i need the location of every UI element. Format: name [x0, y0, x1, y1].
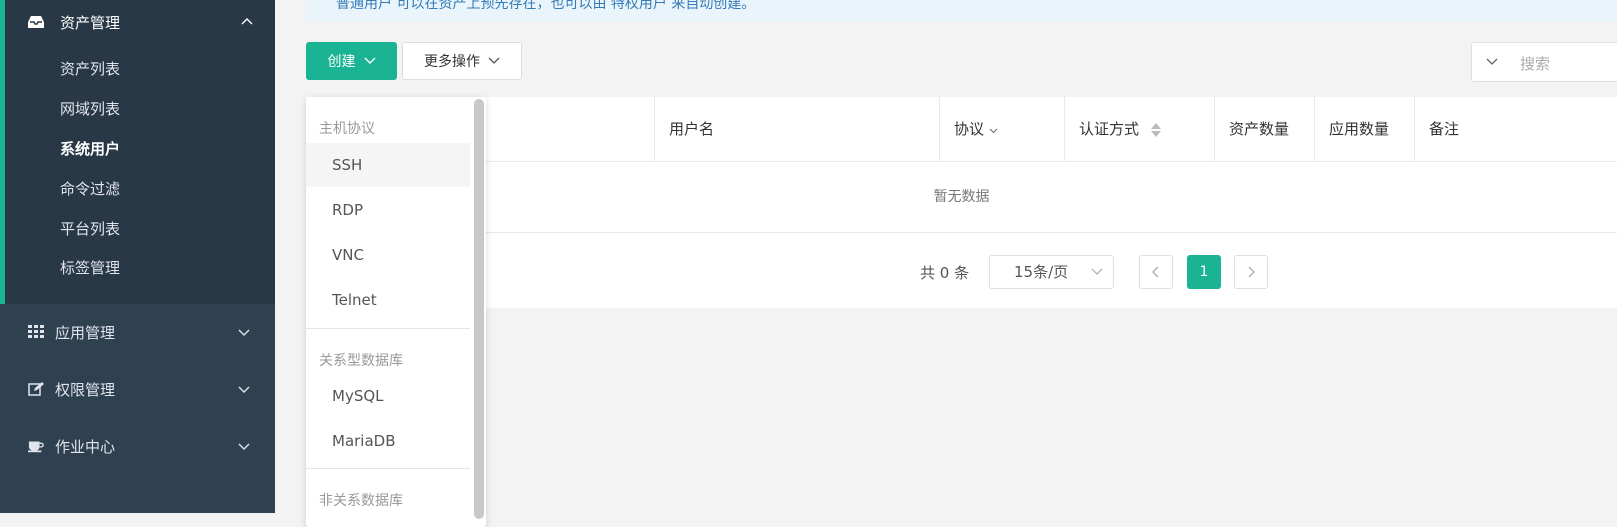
- menu-permission-management-label: 权限管理: [55, 380, 116, 399]
- sidebar: 资产管理 资产列表 网域列表 系统用户 命令过滤 平台列表 标签管理 应用管理 …: [0, 0, 275, 513]
- column-header-username[interactable]: 用户名: [654, 97, 939, 161]
- sort-icon[interactable]: [1150, 121, 1162, 139]
- dropdown-item-ssh[interactable]: SSH: [306, 143, 470, 187]
- menu-application-management[interactable]: 应用管理: [0, 310, 275, 354]
- sidebar-item-command-filter[interactable]: 命令过滤: [60, 177, 120, 201]
- dropdown-item-vnc[interactable]: VNC: [306, 233, 470, 277]
- next-page-button[interactable]: [1234, 255, 1268, 289]
- menu-job-center-label: 作业中心: [55, 437, 116, 456]
- search-placeholder: 搜索: [1520, 55, 1551, 73]
- dropdown-item-rdp[interactable]: RDP: [306, 188, 470, 232]
- dropdown-group-host-protocol: 主机协议: [319, 121, 375, 137]
- dropdown-group-relational-db: 关系型数据库: [319, 353, 403, 369]
- menu-asset-management-label: 资产管理: [60, 13, 121, 32]
- menu-job-center[interactable]: 作业中心: [0, 424, 275, 468]
- create-dropdown-menu: 主机协议 SSH RDP VNC Telnet 关系型数据库 MySQL Mar…: [306, 97, 486, 527]
- asset-submenu: 资产管理 资产列表 网域列表 系统用户 命令过滤 平台列表 标签管理: [0, 0, 275, 304]
- dropdown-item-mariadb[interactable]: MariaDB: [306, 419, 470, 463]
- sidebar-item-domain-list[interactable]: 网域列表: [60, 97, 120, 121]
- chevron-left-icon: [1152, 266, 1159, 278]
- pagination-total: 共 0 条: [920, 264, 970, 282]
- sidebar-item-label-management[interactable]: 标签管理: [60, 256, 120, 280]
- chevron-down-icon: [364, 57, 375, 64]
- filter-chevron-icon[interactable]: [989, 128, 998, 134]
- info-notice: 普通用户 可以在资产上预先存在，也可以由 特权用户 来自动创建。: [306, 0, 1617, 22]
- dropdown-item-mysql[interactable]: MySQL: [306, 374, 470, 418]
- chevron-down-icon: [238, 443, 250, 450]
- sidebar-item-platform-list[interactable]: 平台列表: [60, 217, 120, 241]
- dropdown-scrollbar[interactable]: [474, 99, 484, 519]
- chevron-down-icon: [1091, 268, 1103, 275]
- chevron-down-icon: [238, 386, 250, 393]
- current-page-button[interactable]: 1: [1187, 255, 1221, 289]
- dropdown-group-nonrelational-db: 非关系数据库: [319, 493, 403, 509]
- chevron-right-icon: [1248, 266, 1255, 278]
- page-size-value: 15条/页: [1014, 263, 1069, 281]
- column-header-asset-count[interactable]: 资产数量: [1214, 97, 1314, 161]
- coffee-icon: [28, 438, 44, 454]
- dropdown-divider: [306, 328, 470, 329]
- menu-permission-management[interactable]: 权限管理: [0, 367, 275, 411]
- more-actions-button[interactable]: 更多操作: [402, 42, 522, 80]
- prev-page-button[interactable]: [1139, 255, 1173, 289]
- sidebar-item-asset-list[interactable]: 资产列表: [60, 57, 120, 81]
- column-header-auth-method-label: 认证方式: [1079, 120, 1140, 138]
- more-actions-label: 更多操作: [424, 54, 480, 70]
- empty-state-text: 暂无数据: [306, 162, 1617, 233]
- menu-application-management-label: 应用管理: [55, 323, 116, 342]
- info-notice-text: 普通用户 可以在资产上预先存在，也可以由 特权用户 来自动创建。: [336, 0, 756, 12]
- column-header-protocol[interactable]: 协议: [939, 97, 1064, 161]
- dropdown-divider: [306, 468, 470, 469]
- grid-icon: [28, 324, 44, 340]
- column-header-auth-method[interactable]: 认证方式: [1064, 97, 1214, 161]
- menu-asset-management[interactable]: 资产管理: [5, 0, 280, 44]
- chevron-down-icon: [488, 57, 500, 64]
- dropdown-item-telnet[interactable]: Telnet: [306, 278, 470, 322]
- chevron-down-icon[interactable]: [1486, 58, 1498, 66]
- chevron-down-icon: [238, 329, 250, 336]
- edit-icon: [28, 381, 44, 397]
- table-header: 用户名 协议 认证方式 资产数量 应用数量 备注: [306, 97, 1617, 162]
- column-header-comment[interactable]: 备注: [1414, 97, 1617, 161]
- sidebar-item-system-user[interactable]: 系统用户: [60, 137, 120, 161]
- column-header-app-count[interactable]: 应用数量: [1314, 97, 1414, 161]
- inbox-icon: [28, 14, 44, 30]
- column-header-protocol-label: 协议: [954, 120, 985, 138]
- create-button[interactable]: 创建: [306, 42, 397, 80]
- page-size-select[interactable]: 15条/页: [989, 255, 1114, 289]
- search-input[interactable]: 搜索: [1471, 42, 1617, 82]
- create-button-label: 创建: [327, 54, 356, 70]
- chevron-up-icon: [241, 18, 253, 25]
